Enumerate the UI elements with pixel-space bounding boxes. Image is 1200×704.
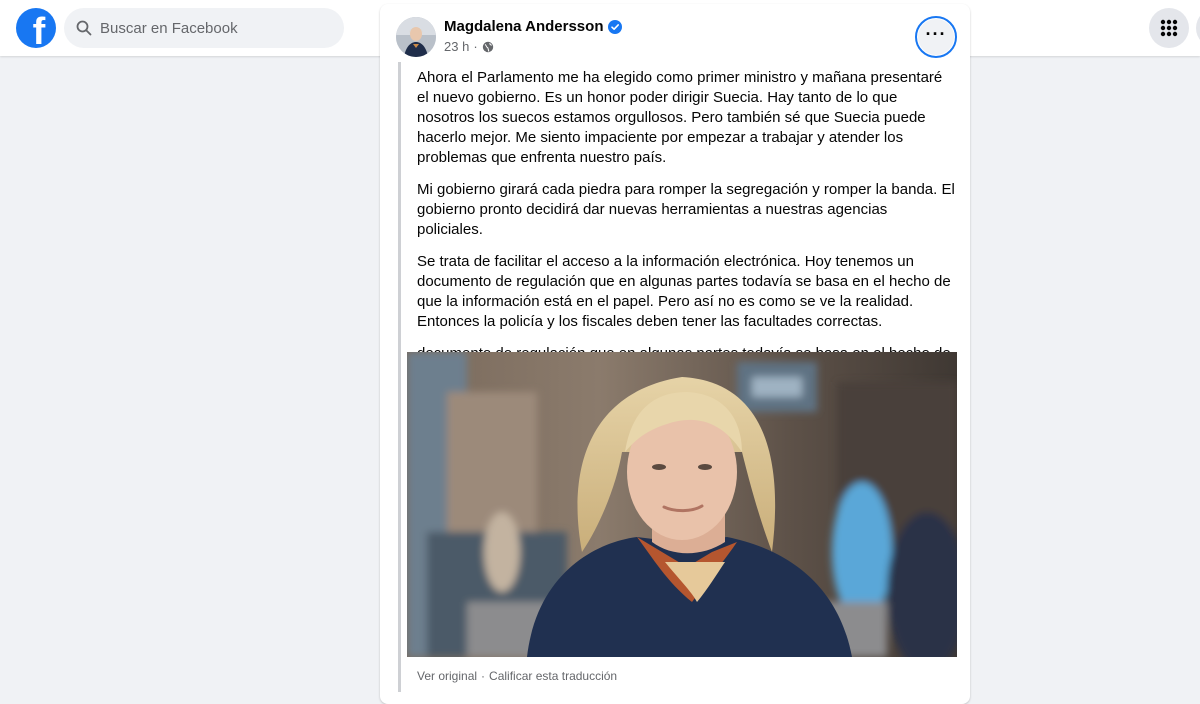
post-image <box>407 352 957 657</box>
grid-menu-icon <box>1160 19 1178 37</box>
footer-separator: · <box>481 669 486 683</box>
post-author[interactable]: Magdalena Andersson <box>444 18 623 35</box>
search-icon <box>76 20 92 36</box>
post-photo[interactable] <box>407 352 957 657</box>
search-box[interactable] <box>64 8 344 48</box>
meta-separator: · <box>473 39 478 54</box>
globe-icon <box>482 41 493 52</box>
post-paragraph: Mi gobierno girará cada piedra para romp… <box>417 181 955 238</box>
translation-footer: Ver original · Calificar esta traducción <box>417 669 617 683</box>
facebook-logo-letter: f <box>32 11 46 48</box>
avatar[interactable] <box>396 17 436 57</box>
post-text: Ahora el Parlamento me ha elegido como p… <box>417 68 957 396</box>
post-meta: 23 h · <box>444 39 494 54</box>
post-card: Magdalena Andersson 23 h · ··· Ahora el … <box>380 4 970 704</box>
rate-translation-link[interactable]: Calificar esta traducción <box>489 669 617 683</box>
partial-toolbar-button[interactable] <box>1196 8 1200 48</box>
menu-button[interactable] <box>1149 8 1189 48</box>
post-timestamp[interactable]: 23 h <box>444 39 469 54</box>
facebook-logo[interactable]: f <box>16 8 56 48</box>
more-options-icon: ··· <box>925 24 947 44</box>
post-paragraph: Se trata de facilitar el acceso a la inf… <box>417 253 951 330</box>
verified-badge-icon <box>608 19 623 34</box>
translated-content: Ahora el Parlamento me ha elegido como p… <box>398 62 957 692</box>
post-paragraph: Ahora el Parlamento me ha elegido como p… <box>417 69 943 166</box>
see-original-link[interactable]: Ver original <box>417 669 477 683</box>
search-input[interactable] <box>100 19 320 37</box>
author-name[interactable]: Magdalena Andersson <box>444 18 603 35</box>
avatar-photo <box>396 17 436 57</box>
more-options-button[interactable]: ··· <box>915 16 957 58</box>
